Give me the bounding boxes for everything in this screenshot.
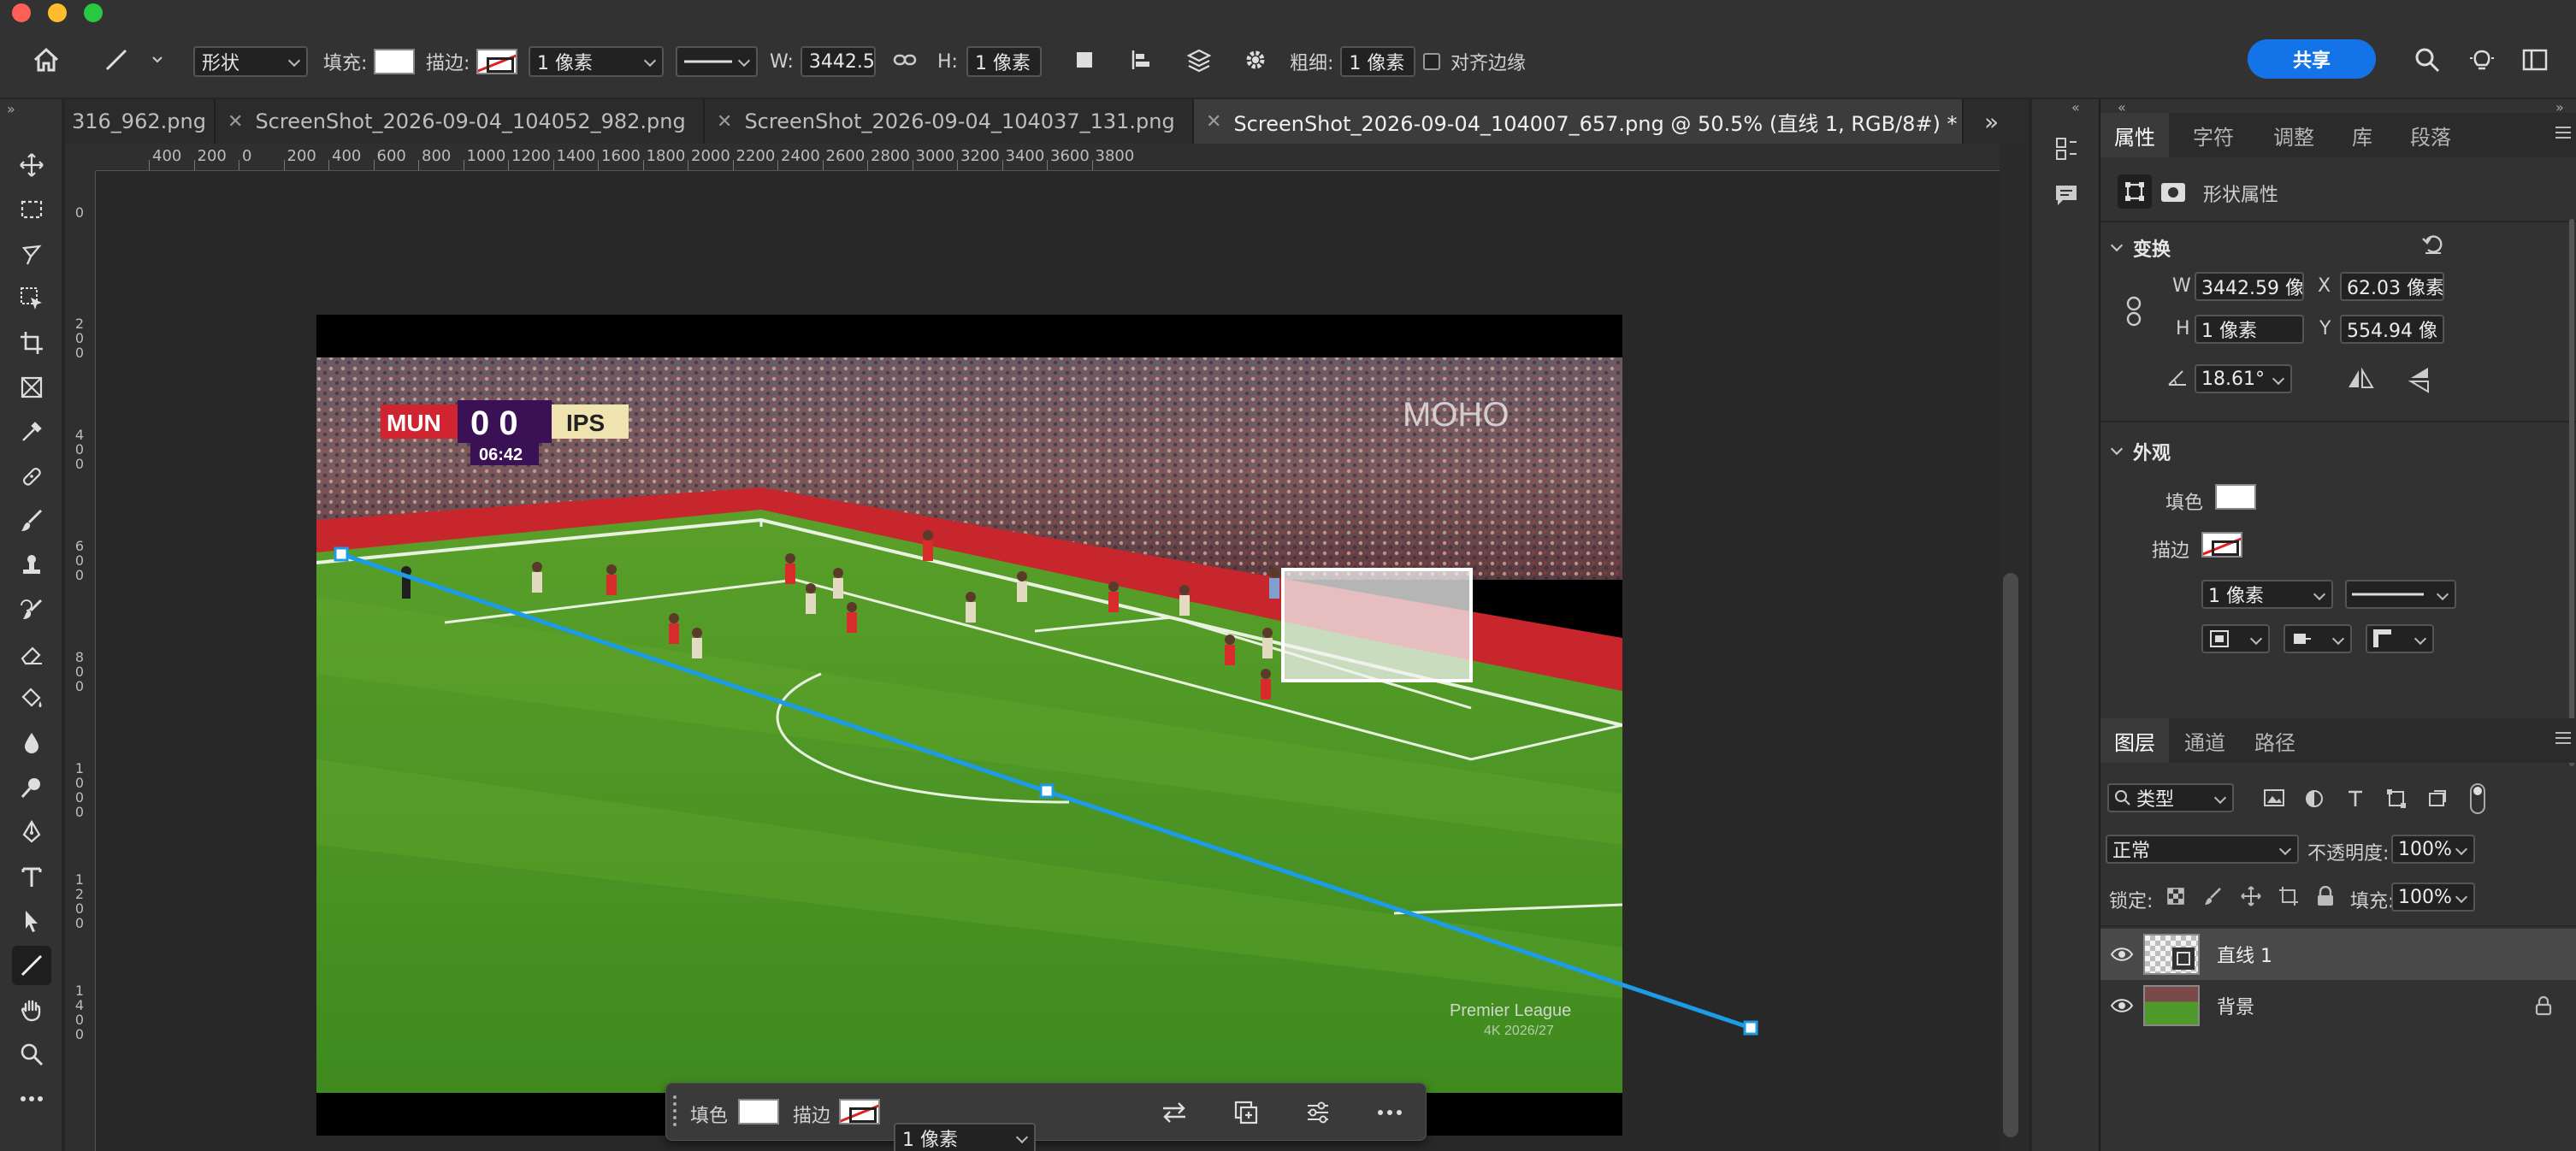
layers-tabs: 图层 通道 路径 (2100, 718, 2576, 763)
filter-smart-object-icon[interactable] (2427, 788, 2448, 809)
eye-icon[interactable] (2100, 947, 2143, 962)
tab-paths[interactable]: 路径 (2241, 718, 2309, 763)
right-panels: « » 属性 字符 调整 库 段落 形状属性 变换 W 3442.59 像 X … (2099, 99, 2576, 1151)
properties-scrollbar[interactable] (2569, 219, 2574, 766)
layer-name[interactable]: 背景 (2217, 992, 2254, 1019)
tab-character[interactable]: 字符 (2179, 113, 2248, 157)
layer-thumbnail (2143, 985, 2200, 1026)
solid-line-icon (2352, 593, 2424, 596)
search-icon (2115, 790, 2130, 806)
lock-transparent-icon[interactable] (2165, 886, 2186, 906)
line-anchor-mid[interactable] (1039, 783, 1055, 799)
ctx-fill-swatch[interactable] (738, 1099, 779, 1124)
panel-menu-icon[interactable] (2554, 125, 2573, 140)
line-shape-overlay (334, 546, 1758, 1036)
stroke-align-select[interactable] (2201, 624, 2270, 653)
workspace-panel-icon[interactable] (2518, 43, 2552, 77)
mask-icon[interactable] (2159, 178, 2188, 207)
swap-arrows-icon[interactable] (1157, 1095, 1191, 1130)
collapse-icon[interactable]: « (2071, 99, 2080, 115)
stroke-align-icon (2210, 630, 2229, 647)
fill-opacity-input[interactable]: 100% (2391, 882, 2475, 912)
appearance-fill-label: 填色 (2165, 493, 2204, 514)
appearance-stroke-swatch[interactable] (2201, 532, 2242, 558)
transform-w-label: W (2172, 275, 2191, 297)
constrain-proportions-icon[interactable] (2124, 296, 2143, 327)
vertical-scrollbar-thumb[interactable] (2003, 573, 2018, 1137)
reset-transform-icon[interactable] (2420, 231, 2446, 257)
layer-row[interactable]: 背景 (2100, 980, 2576, 1031)
search-icon[interactable] (2410, 43, 2444, 77)
opacity-label: 不透明度: (2307, 843, 2390, 865)
filter-shape-icon[interactable] (2386, 788, 2407, 809)
contextual-task-bar: 填色 描边 1 像素 (665, 1083, 1427, 1151)
history-panel-icon[interactable] (2049, 132, 2083, 166)
transform-height-input[interactable]: 1 像素 (2195, 315, 2304, 344)
filter-pixel-icon[interactable] (2263, 788, 2285, 807)
tab-layers[interactable]: 图层 (2100, 718, 2169, 763)
appearance-stroke-label: 描边 (2152, 540, 2190, 562)
line-anchor-end[interactable] (1743, 1020, 1758, 1036)
comments-panel-icon[interactable] (2049, 178, 2083, 212)
opacity-input[interactable]: 100% (2391, 835, 2475, 864)
properties-tabs: 属性 字符 调整 库 段落 (2100, 113, 2576, 157)
lock-position-icon[interactable] (2241, 886, 2261, 906)
flip-horizontal-icon[interactable] (2347, 366, 2374, 392)
transform-x-label: X (2318, 275, 2331, 297)
rotation-angle-input[interactable]: 18.61° (2195, 364, 2292, 393)
panel-menu-icon[interactable] (2554, 730, 2573, 746)
transform-width-input[interactable]: 3442.59 像 (2195, 272, 2304, 301)
appearance-fill-swatch[interactable] (2215, 484, 2256, 510)
lock-all-icon[interactable] (2316, 886, 2335, 906)
transform-x-input[interactable]: 62.03 像素 (2340, 272, 2444, 301)
shape-properties-title: 形状属性 (2203, 185, 2279, 206)
more-options-icon[interactable] (1373, 1095, 1407, 1130)
shape-properties-icon[interactable] (2118, 174, 2152, 209)
lock-label: 锁定: (2109, 891, 2154, 912)
stroke-corners-icon (2373, 629, 2391, 647)
ctx-fill-label: 填色 (690, 1106, 729, 1127)
tab-channels[interactable]: 通道 (2171, 718, 2239, 763)
appearance-section-header[interactable]: 外观 (2110, 438, 2171, 465)
ctx-stroke-width-select[interactable]: 1 像素 (894, 1123, 1036, 1151)
ctx-stroke-label: 描边 (793, 1106, 831, 1127)
blend-mode-select[interactable]: 正常 (2106, 835, 2299, 864)
flip-vertical-icon[interactable] (2407, 366, 2432, 393)
eye-icon[interactable] (2100, 998, 2143, 1013)
share-button[interactable]: 共享 (2248, 39, 2376, 79)
stroke-corners-select[interactable] (2366, 624, 2434, 653)
lock-artboard-icon[interactable] (2278, 886, 2299, 906)
ctx-stroke-swatch[interactable] (839, 1099, 880, 1124)
transform-y-label: Y (2319, 318, 2331, 339)
angle-icon (2167, 368, 2188, 387)
collapsed-panels-strip: « (2030, 99, 2099, 1151)
transform-section-header[interactable]: 变换 (2110, 234, 2171, 262)
shape-layer-badge-icon (2172, 947, 2195, 970)
layer-name[interactable]: 直线 1 (2217, 941, 2272, 968)
layer-filter-select[interactable]: 类型 (2107, 783, 2234, 812)
filter-type-icon[interactable] (2345, 788, 2366, 809)
adjust-sliders-icon[interactable] (1301, 1095, 1335, 1130)
duplicate-shape-icon[interactable] (1229, 1095, 1263, 1130)
appearance-stroke-type-select[interactable] (2345, 580, 2456, 609)
tab-properties[interactable]: 属性 (2100, 113, 2169, 157)
appearance-stroke-width-select[interactable]: 1 像素 (2201, 580, 2333, 609)
layer-thumbnail (2143, 934, 2200, 975)
drag-handle-icon[interactable] (671, 1092, 678, 1133)
filter-adjustment-icon[interactable] (2304, 788, 2325, 809)
layer-row[interactable]: 直线 1 (2100, 929, 2576, 980)
stroke-caps-icon (2294, 634, 2311, 644)
line-anchor-start[interactable] (334, 546, 349, 562)
tab-libraries[interactable]: 库 (2338, 113, 2386, 157)
transform-h-label: H (2176, 318, 2190, 339)
fill-opacity-label: 填充: (2350, 891, 2395, 912)
tab-paragraph[interactable]: 段落 (2396, 113, 2465, 157)
stroke-caps-select[interactable] (2284, 624, 2352, 653)
transform-y-input[interactable]: 554.94 像 (2340, 315, 2444, 344)
lightbulb-icon[interactable] (2465, 43, 2499, 77)
tab-adjustments[interactable]: 调整 (2260, 113, 2328, 157)
filter-toggle[interactable] (2470, 783, 2485, 814)
lock-icon (2535, 995, 2552, 1016)
lock-pixels-icon[interactable] (2203, 886, 2224, 906)
